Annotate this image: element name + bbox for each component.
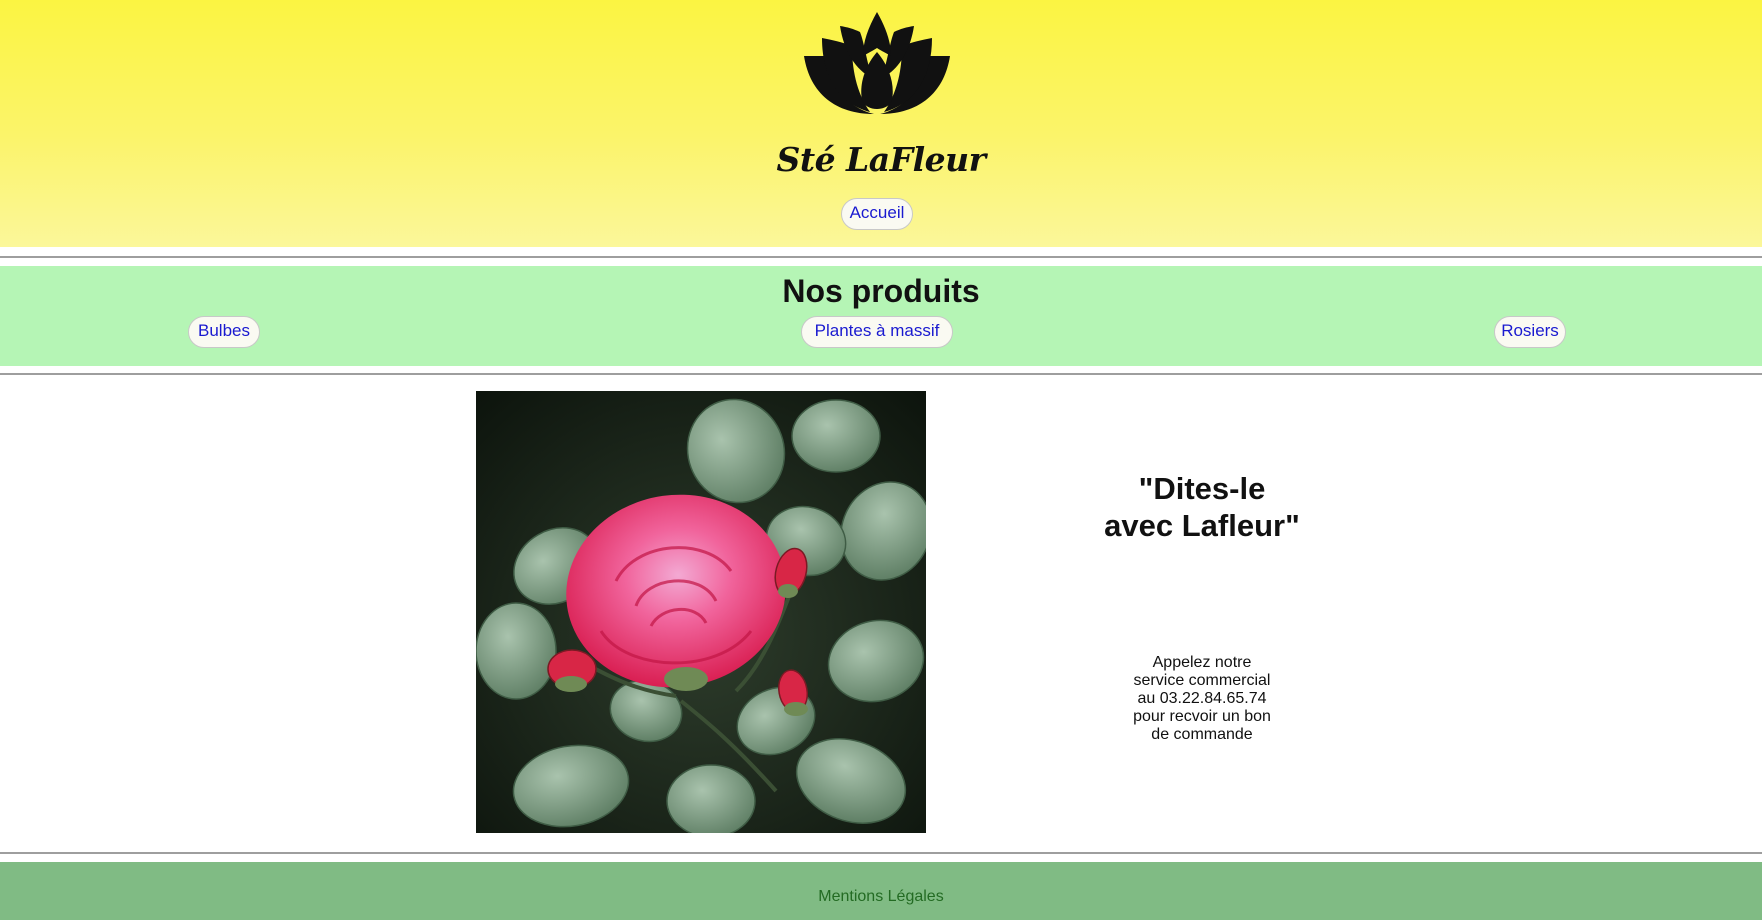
- page: Sté LaFleur Accueil Nos produits Bulbes …: [0, 0, 1762, 920]
- category-link-bulbes[interactable]: Bulbes: [188, 316, 260, 348]
- contact-text: Appelez notre service commercial au 03.2…: [1133, 654, 1271, 743]
- divider: [0, 852, 1762, 854]
- category-link-plantes-a-massif[interactable]: Plantes à massif: [801, 316, 953, 348]
- divider: [0, 256, 1762, 258]
- legal-notice-link[interactable]: Mentions Légales: [0, 888, 1762, 906]
- products-band: Nos produits Bulbes Plantes à massif Ros…: [0, 266, 1762, 366]
- site-footer: Mentions Légales: [0, 862, 1762, 920]
- category-link-rosiers[interactable]: Rosiers: [1494, 316, 1566, 348]
- products-title: Nos produits: [782, 273, 980, 309]
- slogan: "Dites-le avec Lafleur": [1104, 471, 1300, 543]
- red-rose-photo: [476, 391, 926, 833]
- divider: [0, 373, 1762, 375]
- brand-name: Sté LaFleur: [776, 140, 986, 179]
- site-header: Sté LaFleur Accueil: [0, 0, 1762, 247]
- lotus-flower-icon: [804, 12, 950, 114]
- home-link[interactable]: Accueil: [841, 198, 913, 230]
